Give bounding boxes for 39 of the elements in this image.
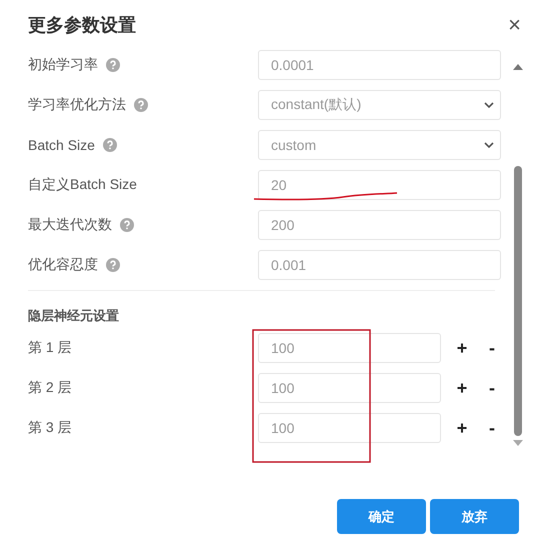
layer-label: 第 1 层 [28,339,72,357]
select-field[interactable]: constant(默认) [258,90,501,120]
help-icon [120,218,134,232]
add-button[interactable]: + [447,378,477,398]
field-label: 优化容忍度 [28,256,98,274]
dialog-title: 更多参数设置 [28,14,136,37]
input-field[interactable]: 20 [258,170,501,200]
cancel-button[interactable]: 放弃 [430,499,519,534]
input-field[interactable]: 0.001 [258,250,501,280]
help-icon [106,58,120,72]
help-icon [106,258,120,272]
add-button[interactable]: + [447,418,477,438]
remove-button[interactable]: - [477,378,507,398]
field-label: 学习率优化方法 [28,96,126,114]
select-field[interactable]: custom [258,130,501,160]
field-label: Batch Size [28,137,95,153]
field-label: 最大迭代次数 [28,216,112,234]
confirm-button[interactable]: 确定 [337,499,426,534]
section-title: 隐层神经元设置 [28,307,120,325]
remove-button[interactable]: - [477,418,507,438]
field-label: 自定义Batch Size [28,176,137,194]
add-button[interactable]: + [447,338,477,358]
input-field[interactable]: 200 [258,210,501,240]
remove-button[interactable]: - [477,338,507,358]
scrollbar-thumb[interactable] [514,166,522,436]
layer-label: 第 2 层 [28,379,72,397]
close-button[interactable]: × [504,14,525,36]
input-field[interactable]: 100 [258,413,441,443]
chevron-down-icon [484,102,494,108]
input-field[interactable]: 100 [258,373,441,403]
scroll-down-icon[interactable] [513,440,523,446]
help-icon [102,138,117,152]
scroll-up-icon[interactable] [513,64,523,70]
help-icon [134,98,148,112]
input-field[interactable]: 100 [258,333,441,363]
field-label: 初始学习率 [28,56,98,74]
layer-label: 第 3 层 [28,419,72,437]
chevron-down-icon [484,142,494,148]
input-field[interactable]: 0.0001 [258,50,501,80]
